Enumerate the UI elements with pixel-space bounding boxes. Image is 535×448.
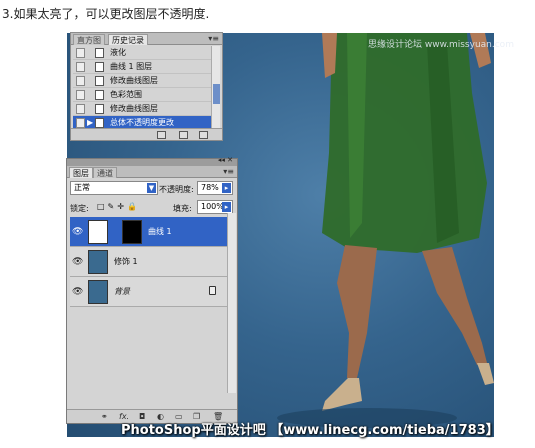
tab-histogram[interactable]: 直方图 <box>73 34 105 45</box>
history-item[interactable]: 色彩范围 <box>73 88 211 102</box>
layer-name: 曲线 1 <box>148 227 172 236</box>
watermark-top: 思缘设计论坛 www.missyuan.com <box>368 40 514 50</box>
history-item[interactable]: 液化 <box>73 46 211 60</box>
history-doc-icon <box>95 118 104 128</box>
layer-thumbnail <box>88 280 108 304</box>
history-doc-icon <box>95 48 104 58</box>
history-tabbar: 直方图 历史记录 ▾≡ <box>71 33 222 45</box>
history-doc-icon <box>95 104 104 114</box>
snapshot-checkbox[interactable] <box>76 90 85 100</box>
tab-history[interactable]: 历史记录 <box>108 34 148 45</box>
history-item-label: 液化 <box>110 48 126 57</box>
opacity-slider-arrow-icon[interactable]: ▸ <box>222 183 231 193</box>
layers-scrollbar[interactable] <box>227 213 236 393</box>
tab-channels[interactable]: 通道 <box>93 167 117 178</box>
history-item[interactable]: 修改曲线图层 <box>73 102 211 116</box>
layer-name: 修饰 1 <box>114 257 138 266</box>
fill-label: 填充: <box>173 204 192 213</box>
eye-icon[interactable]: 👁 <box>72 286 84 298</box>
history-scrollbar[interactable] <box>211 46 220 128</box>
fill-field[interactable]: 100% ▸ <box>197 200 233 214</box>
watermark-bottom: PhotoShop平面设计吧 【www.linecg.com/tieba/178… <box>121 423 499 438</box>
curves-adjustment-thumbnail <box>88 220 108 244</box>
history-item-label: 曲线 1 图层 <box>110 62 153 71</box>
eye-icon[interactable]: 👁 <box>72 256 84 268</box>
trash-icon[interactable] <box>199 131 208 139</box>
layer-name: 背景 <box>114 287 130 296</box>
fill-value: 100% <box>201 202 224 211</box>
history-item-label: 修改曲线图层 <box>110 104 158 113</box>
layers-tabbar: 图层 通道 ▾≡ <box>67 166 237 178</box>
opacity-label: 不透明度: <box>159 185 194 194</box>
lock-label: 锁定: <box>70 204 89 213</box>
opacity-value: 78% <box>201 183 219 192</box>
lock-icons[interactable]: □✎✛🔒 <box>97 202 140 211</box>
blend-mode-value: 正常 <box>74 183 90 192</box>
lock-icon <box>209 286 216 295</box>
history-footer <box>71 128 222 140</box>
new-document-from-state-icon[interactable] <box>157 131 166 139</box>
history-item[interactable]: 修改曲线图层 <box>73 74 211 88</box>
tab-layers[interactable]: 图层 <box>69 167 93 178</box>
fill-slider-arrow-icon[interactable]: ▸ <box>222 202 231 212</box>
history-item[interactable]: 曲线 1 图层 <box>73 60 211 74</box>
history-scroll-thumb[interactable] <box>213 84 220 104</box>
history-panel: 直方图 历史记录 ▾≡ 液化 曲线 1 图层 修改曲线图层 色彩范围 修改曲线图… <box>70 32 223 141</box>
layer-row-curves[interactable]: 👁 曲线 1 <box>70 217 234 247</box>
caption-text: 3.如果太亮了，可以更改图层不透明度. <box>2 7 210 21</box>
snapshot-checkbox[interactable] <box>76 104 85 114</box>
layer-row-background[interactable]: 👁 背景 <box>70 277 234 307</box>
snapshot-checkbox[interactable] <box>76 76 85 86</box>
link-icon[interactable]: ⚭ <box>101 412 108 421</box>
panel-menu-icon[interactable]: ▾≡ <box>208 34 219 43</box>
panel-menu-icon[interactable]: ▾≡ <box>223 167 234 176</box>
history-doc-icon <box>95 62 104 72</box>
chevron-down-icon: ▼ <box>147 183 156 193</box>
layer-mask-thumbnail[interactable] <box>122 220 142 244</box>
layers-panel: ◂◂ ✕ 图层 通道 ▾≡ 正常 ▼ 不透明度: 78% ▸ 锁定: □✎✛🔒 … <box>66 156 238 424</box>
history-item-label: 修改曲线图层 <box>110 76 158 85</box>
snapshot-checkbox[interactable] <box>76 48 85 58</box>
blend-mode-select[interactable]: 正常 ▼ <box>70 181 158 195</box>
history-doc-icon <box>95 90 104 100</box>
snapshot-checkbox[interactable] <box>76 62 85 72</box>
history-item-label: 色彩范围 <box>110 90 142 99</box>
new-snapshot-icon[interactable] <box>179 131 188 139</box>
eye-icon[interactable]: 👁 <box>72 226 84 238</box>
history-doc-icon <box>95 76 104 86</box>
panel-grip[interactable]: ◂◂ ✕ <box>67 156 237 166</box>
snapshot-checkbox[interactable] <box>76 118 85 128</box>
collapse-icon[interactable]: ◂◂ ✕ <box>218 156 233 164</box>
layer-row-retouch[interactable]: 👁 修饰 1 <box>70 247 234 277</box>
layer-thumbnail <box>88 250 108 274</box>
opacity-field[interactable]: 78% ▸ <box>197 181 233 195</box>
